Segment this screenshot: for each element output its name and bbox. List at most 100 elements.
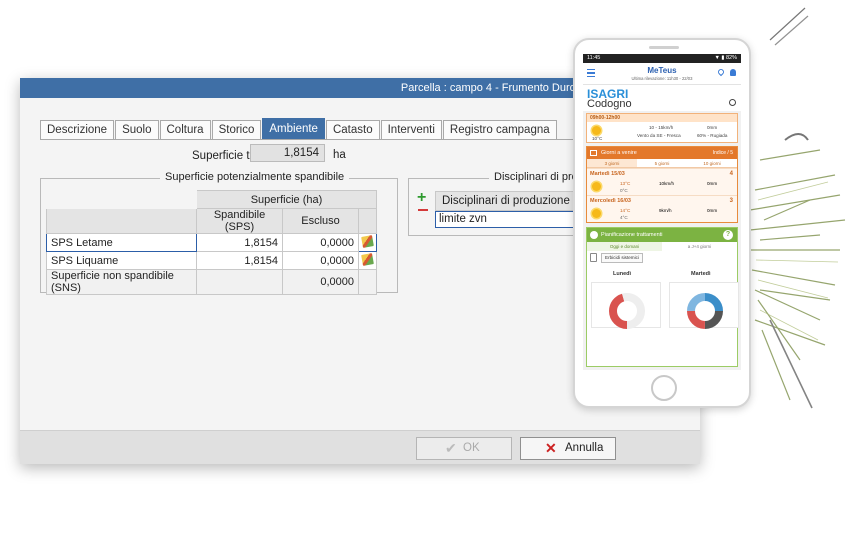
app-subtitle: Ultima rilevazione: 11h30 - 22/03 bbox=[631, 76, 693, 81]
status-time: 11:45 bbox=[587, 55, 601, 61]
row-edit[interactable] bbox=[358, 251, 377, 270]
search-icon[interactable] bbox=[729, 99, 736, 106]
day-right-label: Martedì bbox=[691, 271, 711, 277]
sps-group-title: Superficie potenzialmente spandibile bbox=[160, 171, 350, 183]
forecast-slot: 09h00-12h00 bbox=[587, 114, 737, 122]
sun-icon bbox=[592, 182, 601, 191]
day-tmax: 13°C bbox=[620, 181, 631, 186]
status-icons: ▼ ▮ 82% bbox=[714, 55, 737, 61]
row-edit bbox=[358, 269, 377, 295]
day-rain: 0mm bbox=[707, 208, 718, 213]
phone-mockup: 11:45 ▼ ▮ 82% MeTeus Ultima rilevazione:… bbox=[573, 38, 751, 408]
tab-bar: Descrizione Suolo Coltura Storico Ambien… bbox=[40, 118, 558, 140]
tab-catasto[interactable]: Catasto bbox=[325, 120, 380, 140]
days-card: Giorni a venire Indice / 5 3 giorni 5 gi… bbox=[586, 146, 738, 223]
app-bar: MeTeus Ultima rilevazione: 11h30 - 22/03 bbox=[583, 63, 741, 85]
days-index: Indice / 5 bbox=[712, 150, 733, 156]
forecast-rain: 0mm bbox=[707, 125, 718, 130]
tab-today[interactable]: Oggi e domani bbox=[587, 242, 662, 251]
treatment-tabs: Oggi e domani a J+4 giorni bbox=[587, 242, 737, 251]
donut-chart-right bbox=[669, 282, 739, 329]
treatment-card: Pianificazione trattamenti ? Oggi e doma… bbox=[586, 227, 739, 367]
pencil-icon[interactable] bbox=[361, 234, 374, 248]
name-header bbox=[46, 208, 197, 234]
day-wind: 9km/h bbox=[659, 208, 672, 213]
erbicidi-button[interactable]: Erbicidi sistemici bbox=[601, 253, 643, 263]
row-edit[interactable] bbox=[358, 233, 377, 252]
bell-icon[interactable] bbox=[730, 69, 736, 76]
edit-header bbox=[358, 208, 377, 234]
day-item[interactable]: Martedì 15/03 4 13°C 0°C 10km/h 0mm bbox=[587, 168, 737, 195]
day-left-label: Lunedì bbox=[613, 271, 632, 277]
tab-descrizione[interactable]: Descrizione bbox=[40, 120, 115, 140]
ok-button[interactable]: ✔ OK bbox=[416, 437, 512, 460]
row-spandibile[interactable]: 1,8154 bbox=[196, 251, 283, 270]
home-button[interactable] bbox=[651, 375, 677, 401]
superficie-totale-field: 1,8154 bbox=[250, 144, 325, 162]
row-spandibile[interactable]: 1,8154 bbox=[196, 233, 283, 252]
donut-chart-left bbox=[591, 282, 661, 329]
days-header: Giorni a venire Indice / 5 bbox=[587, 147, 737, 159]
superficie-ha-header: Superficie (ha) bbox=[196, 190, 377, 209]
tab-j4[interactable]: a J+4 giorni bbox=[662, 242, 737, 251]
sun-icon bbox=[592, 126, 601, 135]
close-icon: ✕ bbox=[545, 440, 557, 456]
tab-5-days[interactable]: 5 giorni bbox=[637, 159, 687, 167]
row-name: SPS Letame bbox=[46, 233, 197, 252]
calendar-icon bbox=[590, 150, 597, 156]
cancel-label: Annulla bbox=[565, 442, 604, 454]
days-title: Giorni a venire bbox=[601, 150, 637, 156]
leaf-icon bbox=[590, 231, 598, 239]
tab-storico[interactable]: Storico bbox=[211, 120, 262, 140]
spandibile-header: Spandibile (SPS) bbox=[196, 208, 283, 234]
ok-label: OK bbox=[463, 442, 480, 454]
row-spandibile bbox=[196, 269, 283, 295]
day-item[interactable]: Mercoledì 16/03 3 14°C 4°C 9km/h 0mm bbox=[587, 195, 737, 222]
phone-screen: 11:45 ▼ ▮ 82% MeTeus Ultima rilevazione:… bbox=[583, 54, 741, 370]
row-escluso[interactable]: 0,0000 bbox=[282, 233, 359, 252]
table-row[interactable]: SPS Letame 1,8154 0,0000 bbox=[46, 233, 377, 252]
location-name: Codogno bbox=[587, 98, 632, 110]
table-row: Superficie non spandibile (SNS) 0,0000 bbox=[46, 269, 377, 295]
pencil-icon[interactable] bbox=[361, 252, 374, 266]
tab-10-days[interactable]: 10 giorni bbox=[687, 159, 737, 167]
tab-registro-campagna[interactable]: Registro campagna bbox=[442, 120, 557, 140]
day-tmin: 0°C bbox=[620, 188, 628, 193]
add-icon[interactable]: + bbox=[417, 190, 426, 206]
sps-group: Superficie potenzialmente spandibile Sup… bbox=[40, 171, 398, 295]
superficie-totale-unit: ha bbox=[333, 149, 346, 161]
day-wind: 10km/h bbox=[659, 181, 675, 186]
forecast-card: 09h00-12h00 10°C 10 - 15km/h Vento da SE… bbox=[586, 113, 738, 143]
row-escluso: 0,0000 bbox=[282, 269, 359, 295]
tab-3-days[interactable]: 3 giorni bbox=[587, 159, 637, 167]
tab-coltura[interactable]: Coltura bbox=[159, 120, 211, 140]
day-index: 4 bbox=[729, 171, 733, 177]
remove-icon[interactable] bbox=[418, 209, 428, 211]
table-row[interactable]: SPS Liquame 1,8154 0,0000 bbox=[46, 251, 377, 270]
row-escluso[interactable]: 0,0000 bbox=[282, 251, 359, 270]
check-icon: ✔ bbox=[445, 440, 457, 456]
button-bar: ✔ OK ✕ Annulla bbox=[20, 430, 700, 464]
treatment-header: Pianificazione trattamenti ? bbox=[587, 228, 737, 242]
day-name: Mercoledì 16/03 bbox=[590, 198, 631, 204]
tab-suolo[interactable]: Suolo bbox=[115, 120, 159, 140]
cancel-button[interactable]: ✕ Annulla bbox=[520, 437, 616, 460]
document-icon bbox=[590, 253, 597, 262]
tab-interventi[interactable]: Interventi bbox=[380, 120, 442, 140]
days-tabs: 3 giorni 5 giorni 10 giorni bbox=[587, 159, 737, 168]
row-name: Superficie non spandibile (SNS) bbox=[46, 269, 197, 295]
forecast-row: 10°C 10 - 15km/h Vento da SE - Fresca 0m… bbox=[587, 122, 737, 142]
phone-speaker bbox=[649, 46, 679, 49]
forecast-humidity: 60% - Rugiada bbox=[697, 133, 728, 138]
day-index: 3 bbox=[729, 198, 733, 204]
forecast-wind-dir: Vento da SE - Fresca bbox=[637, 133, 681, 138]
row-name: SPS Liquame bbox=[46, 251, 197, 270]
help-icon[interactable]: ? bbox=[723, 230, 733, 240]
sps-table: Superficie (ha) Spandibile (SPS) Escluso… bbox=[46, 190, 377, 295]
day-rain: 0mm bbox=[707, 181, 718, 186]
brand-header: ISAGRI Codogno bbox=[583, 85, 741, 111]
forecast-temp: 10°C bbox=[592, 136, 603, 141]
tab-ambiente[interactable]: Ambiente bbox=[262, 118, 325, 140]
day-tmax: 14°C bbox=[620, 208, 631, 213]
phone-status-bar: 11:45 ▼ ▮ 82% bbox=[583, 54, 741, 63]
